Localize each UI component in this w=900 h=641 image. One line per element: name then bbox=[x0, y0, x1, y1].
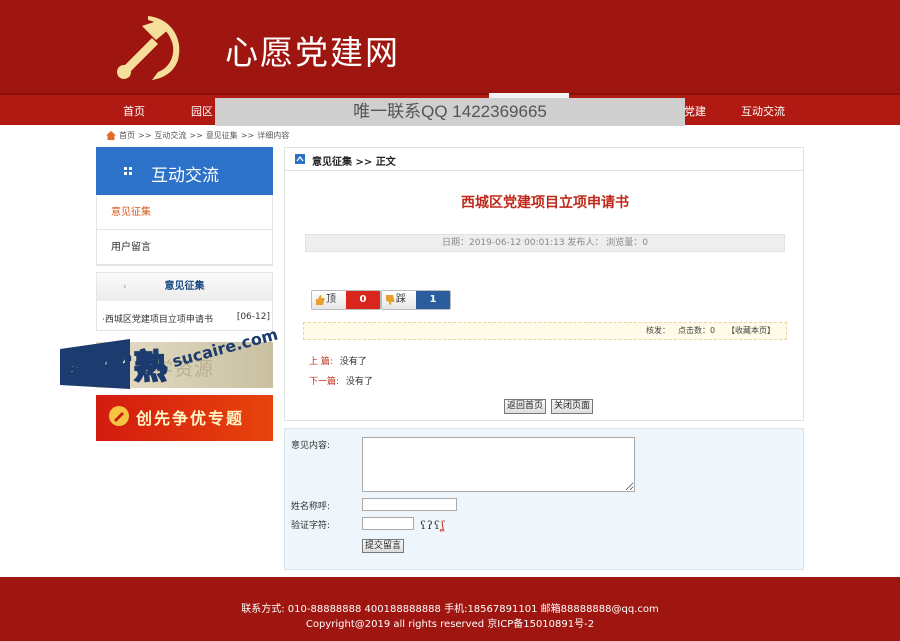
excellence-banner[interactable]: 创先争优专题 bbox=[96, 395, 273, 441]
content-textarea[interactable] bbox=[362, 437, 635, 492]
vote-up-count: 0 bbox=[346, 291, 380, 309]
nav-park[interactable]: 园区 bbox=[191, 103, 213, 119]
next-article: 下一篇: 没有了 bbox=[309, 374, 373, 387]
next-value: 没有了 bbox=[345, 377, 373, 387]
nav-party-building[interactable]: 党建 bbox=[684, 103, 706, 119]
comment-form: 意见内容: 姓名称呼: 验证字符: ʕʔʕʆ 提交留言 bbox=[284, 428, 804, 570]
promo2-text: 创先争优专题 bbox=[136, 409, 245, 428]
captcha-char-red: ʆ bbox=[440, 519, 446, 532]
chevron-right-icon: › bbox=[123, 282, 127, 292]
sidebar-title: 互动交流 bbox=[151, 166, 219, 186]
name-label: 姓名称呼: bbox=[291, 502, 331, 512]
article-info-bar: 核发： 点击数：0 【收藏本页】 bbox=[303, 322, 787, 340]
party-emblem-icon bbox=[109, 406, 129, 426]
article-section-path: 意见征集 >> 正文 bbox=[312, 157, 396, 168]
sidebar-header: 互动交流 bbox=[96, 147, 273, 195]
site-header: 心愿党建网 bbox=[0, 0, 900, 93]
nav-home[interactable]: 首页 bbox=[123, 103, 145, 119]
next-label: 下一篇: bbox=[309, 377, 340, 387]
breadcrumb-interaction[interactable]: 互动交流 bbox=[154, 130, 186, 141]
footer-contact: 联系方式: 010-88888888 400188888888 手机:18567… bbox=[241, 604, 659, 615]
vote-down-label: 踩 bbox=[396, 294, 406, 305]
captcha-label: 验证字符: bbox=[291, 521, 331, 531]
article-panel: 意见征集 >> 正文 西城区党建项目立项申请书 日期：2019-06-12 00… bbox=[284, 147, 804, 421]
content-label: 意见内容: bbox=[291, 441, 331, 451]
captcha-input[interactable] bbox=[362, 517, 414, 530]
vote-up-button[interactable]: 顶 0 bbox=[311, 290, 381, 310]
prev-value: 没有了 bbox=[339, 357, 367, 367]
opinion-list-header: › 意见征集 bbox=[97, 273, 272, 301]
document-icon bbox=[295, 154, 305, 164]
breadcrumb: 首页 >> 互动交流 >> 意见征集 >> 详细内容 bbox=[106, 130, 289, 141]
info-click-count: 点击数：0 bbox=[678, 326, 716, 335]
captcha-chars: ʕʔʕ bbox=[420, 519, 441, 532]
vote-up-label-wrap: 顶 bbox=[312, 291, 346, 309]
sidebar-item-opinion[interactable]: 意见征集 bbox=[97, 195, 272, 230]
vote-down-count: 1 bbox=[416, 291, 450, 309]
info-approve: 核发： bbox=[646, 326, 670, 335]
list-item-date: [06-12] bbox=[236, 312, 270, 322]
back-home-button[interactable]: 返回首页 bbox=[504, 399, 547, 414]
breadcrumb-home[interactable]: 首页 bbox=[119, 130, 135, 141]
article-meta: 日期：2019-06-12 00:01:13 发布人： 浏览量：0 bbox=[305, 234, 785, 252]
grid-icon bbox=[124, 167, 132, 175]
sidebar-menu: 意见征集 用户留言 bbox=[96, 195, 273, 266]
breadcrumb-sep: >> bbox=[189, 131, 203, 140]
site-footer: 联系方式: 010-88888888 400188888888 手机:18567… bbox=[0, 577, 900, 641]
vote-down-button[interactable]: 踩 1 bbox=[381, 290, 451, 310]
watermark-banner: 唯一联系QQ 1422369665 bbox=[215, 98, 685, 126]
sidebar-item-messages[interactable]: 用户留言 bbox=[97, 230, 272, 265]
thumbs-down-icon bbox=[386, 295, 395, 305]
article-title: 西城区党建项目立项申请书 bbox=[461, 195, 629, 211]
name-input[interactable] bbox=[362, 498, 457, 511]
vote-down-label-wrap: 踩 bbox=[382, 291, 416, 309]
list-item-title[interactable]: ·西城区党建项目立项申请书 bbox=[102, 315, 213, 325]
breadcrumb-sep: >> bbox=[240, 131, 255, 140]
prev-label: 上 篇: bbox=[309, 357, 333, 367]
close-page-button[interactable]: 关闭页面 bbox=[551, 399, 594, 414]
home-icon bbox=[106, 131, 116, 140]
prev-article: 上 篇: 没有了 bbox=[309, 354, 367, 367]
site-title: 心愿党建网 bbox=[225, 33, 400, 72]
thumbs-up-icon bbox=[316, 295, 325, 305]
article-panel-header: 意见征集 >> 正文 bbox=[285, 148, 803, 171]
submit-comment-button[interactable]: 提交留言 bbox=[362, 539, 405, 553]
vote-up-label: 顶 bbox=[326, 294, 336, 305]
nav-interaction[interactable]: 互动交流 bbox=[741, 103, 785, 119]
breadcrumb-current: 详细内容 bbox=[257, 131, 290, 140]
bookmark-link[interactable]: 【收藏本页】 bbox=[727, 323, 775, 339]
breadcrumb-sep: >> bbox=[138, 131, 152, 140]
captcha-image[interactable]: ʕʔʕʆ bbox=[420, 519, 445, 532]
breadcrumb-opinion[interactable]: 意见征集 bbox=[206, 130, 238, 141]
footer-copyright: Copyright@2019 all rights reserved 京ICP备… bbox=[305, 619, 595, 630]
opinion-list-title: 意见征集 bbox=[164, 281, 205, 292]
hammer-sickle-icon bbox=[117, 16, 180, 80]
list-item[interactable]: ·西城区党建项目立项申请书 [06-12] bbox=[102, 312, 270, 325]
watermark-text: 素材熟 bbox=[61, 346, 170, 387]
opinion-list-box: › 意见征集 ·西城区党建项目立项申请书 [06-12] bbox=[96, 272, 273, 331]
